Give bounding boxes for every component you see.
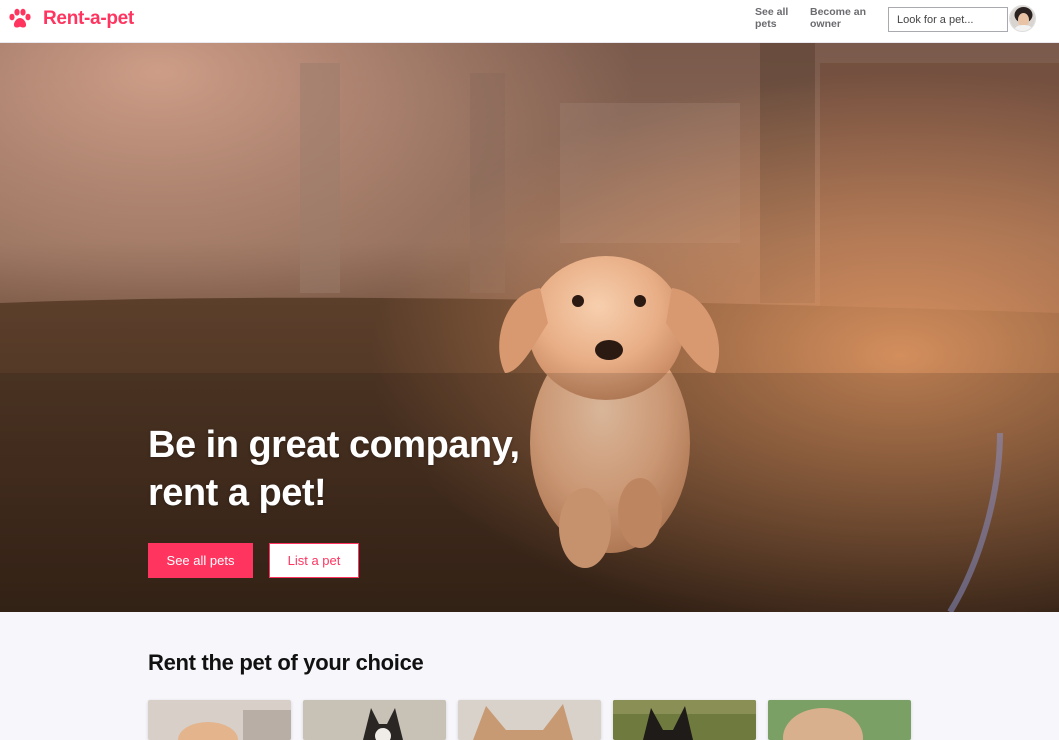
pet-photo [613, 700, 756, 740]
paw-icon [8, 8, 32, 30]
hero-section: Be in great company, rent a pet! See all… [0, 43, 1059, 612]
see-all-pets-button[interactable]: See all pets [148, 543, 253, 578]
pet-card[interactable] [303, 700, 446, 740]
pet-photo [303, 700, 446, 740]
list-a-pet-button[interactable]: List a pet [269, 543, 359, 578]
nav-link-see-all-pets[interactable]: See all pets [755, 6, 795, 30]
nav-link-become-owner[interactable]: Become an owner [810, 6, 874, 30]
hero-title-line2: rent a pet! [148, 472, 327, 514]
pet-card[interactable] [148, 700, 291, 740]
pet-photo [148, 700, 291, 740]
search-input[interactable] [888, 7, 1008, 32]
pet-card[interactable] [768, 700, 911, 740]
brand-name: Rent-a-pet [43, 8, 134, 29]
hero-title-line1: Be in great company, [148, 424, 520, 466]
brand-logo[interactable]: Rent-a-pet [8, 7, 134, 31]
hero-image [0, 43, 1059, 612]
pet-photo [458, 700, 601, 740]
pet-card[interactable] [613, 700, 756, 740]
pet-photo [768, 700, 911, 740]
pet-card[interactable] [458, 700, 601, 740]
hero-title: Be in great company, rent a pet! [148, 421, 588, 517]
avatar[interactable] [1009, 5, 1036, 32]
navbar: Rent-a-pet See all pets Become an owner [0, 0, 1059, 43]
section-title: Rent the pet of your choice [148, 650, 424, 675]
